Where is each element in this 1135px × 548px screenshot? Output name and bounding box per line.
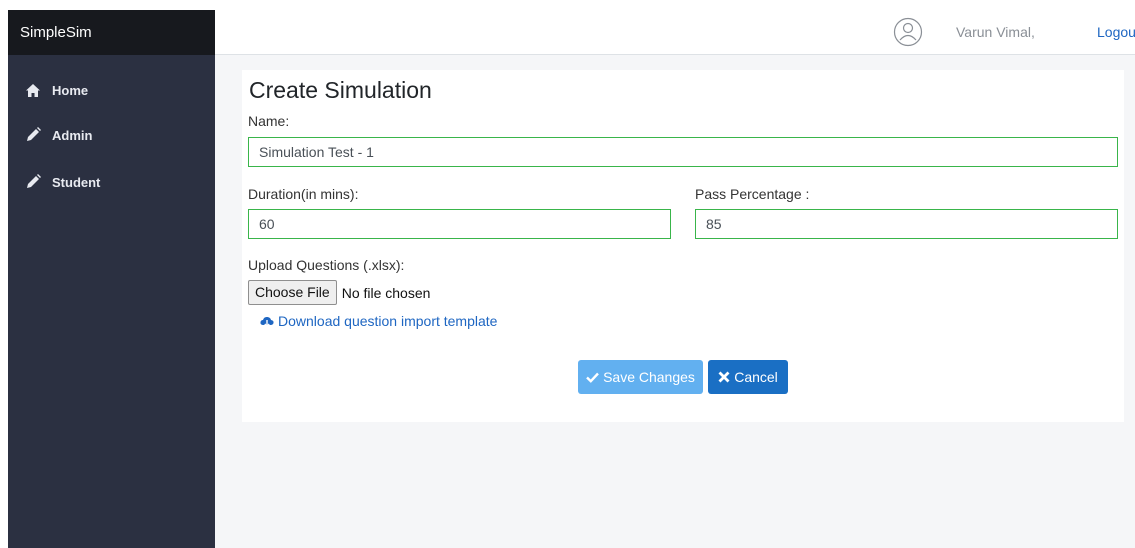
main-content: Create Simulation Name: Simulation Test …: [215, 55, 1135, 548]
cancel-label: Cancel: [734, 369, 778, 385]
file-status: No file chosen: [341, 284, 431, 301]
upload-questions-label: Upload Questions (.xlsx):: [248, 257, 405, 273]
duration-input[interactable]: 60: [248, 209, 671, 239]
pass-percentage-input[interactable]: 85: [695, 209, 1118, 239]
sidebar-item-label: Home: [52, 82, 89, 98]
app-window: SimpleSim Home Admin Student Varun Vimal…: [8, 10, 1135, 548]
sidebar-item-label: Admin: [52, 127, 93, 143]
choose-file-button[interactable]: Choose File: [248, 280, 337, 305]
sidebar-item-student[interactable]: Student: [8, 167, 215, 197]
home-icon: [24, 81, 42, 99]
top-bar: Varun Vimal, Logout: [215, 10, 1135, 55]
sidebar-item-home[interactable]: Home: [8, 75, 215, 105]
page-title: Create Simulation: [249, 77, 432, 103]
cloud-download-icon: [260, 315, 274, 328]
sidebar-item-admin[interactable]: Admin: [8, 120, 215, 150]
save-changes-label: Save Changes: [603, 369, 695, 385]
close-icon: [718, 371, 730, 383]
download-template-link[interactable]: Download question import template: [260, 313, 497, 329]
name-input[interactable]: Simulation Test - 1: [248, 137, 1118, 167]
check-icon: [586, 372, 599, 383]
user-name: Varun Vimal,: [956, 24, 1035, 40]
file-upload: Choose File No file chosen: [248, 280, 430, 305]
download-template-label: Download question import template: [278, 313, 498, 329]
pass-percentage-label: Pass Percentage :: [695, 186, 810, 202]
sidebar: SimpleSim Home Admin Student: [8, 10, 215, 548]
pencil-icon: [24, 126, 42, 144]
cancel-button[interactable]: Cancel: [708, 360, 788, 394]
sidebar-item-label: Student: [52, 174, 101, 190]
brand-title[interactable]: SimpleSim: [8, 10, 215, 55]
name-label: Name:: [248, 113, 290, 129]
create-simulation-form: Create Simulation Name: Simulation Test …: [242, 70, 1124, 422]
logout-link[interactable]: Logout: [1097, 24, 1135, 40]
user-avatar-icon[interactable]: [893, 17, 923, 47]
pencil-icon: [24, 173, 42, 191]
save-changes-button[interactable]: Save Changes: [578, 360, 703, 394]
duration-label: Duration(in mins):: [248, 186, 359, 202]
